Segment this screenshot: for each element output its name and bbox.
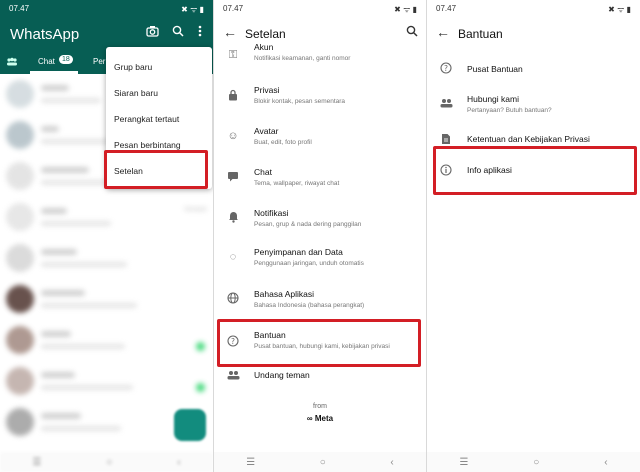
chat-row[interactable] bbox=[0, 361, 213, 402]
highlight-box-app-info bbox=[433, 146, 637, 195]
highlight-box-settings bbox=[104, 150, 208, 189]
people-icon bbox=[226, 370, 240, 383]
settings-item-label: Undang teman bbox=[254, 370, 310, 380]
status-icons: ✖ ᯤ ▮ bbox=[608, 5, 631, 14]
settings-item-label: Bahasa Aplikasi bbox=[254, 289, 315, 299]
chat-icon bbox=[226, 171, 240, 185]
whatsapp-home-panel: 07.47 ✖ ᯤ ▮ WhatsApp Chat 18 Per · bbox=[0, 0, 213, 472]
recent-apps-icon[interactable]: ☰ bbox=[32, 457, 41, 468]
more-options-icon[interactable] bbox=[198, 25, 202, 40]
settings-panel: 07.47 ✖ ᯤ ▮ ← Setelan ⚿ Akun Notifikasi … bbox=[213, 0, 426, 472]
people-icon bbox=[439, 98, 453, 111]
svg-text:?: ? bbox=[444, 64, 448, 73]
settings-item-subtitle: Buat, edit, foto profil bbox=[254, 139, 312, 146]
help-item-contact-us[interactable]: Hubungi kami Pertanyaan? Butuh bantuan? bbox=[427, 90, 640, 130]
settings-item-subtitle: Notifikasi keamanan, ganti nomor bbox=[254, 55, 351, 62]
system-nav-bar: ☰ ○ ‹ bbox=[214, 452, 426, 472]
lock-icon bbox=[226, 89, 240, 104]
back-icon[interactable]: ‹ bbox=[177, 457, 180, 468]
help-header: ← Bantuan bbox=[427, 17, 640, 50]
settings-item-label: Notifikasi bbox=[254, 208, 289, 218]
settings-item-privacy[interactable]: Privasi Blokir kontak, pesan sementara bbox=[214, 80, 426, 120]
help-item-subtitle: Pertanyaan? Butuh bantuan? bbox=[467, 107, 552, 114]
app-title: WhatsApp bbox=[10, 26, 80, 43]
status-time: 07.47 bbox=[223, 4, 244, 13]
home-icon[interactable]: ○ bbox=[533, 457, 539, 468]
app-bar: WhatsApp bbox=[0, 17, 213, 50]
help-item-label: Ketentuan dan Kebijakan Privasi bbox=[467, 134, 590, 144]
menu-item-new-broadcast[interactable]: Siaran baru bbox=[114, 88, 158, 98]
unread-count-badge: 18 bbox=[59, 55, 73, 64]
help-panel: 07.47 ✖ ᯤ ▮ ← Bantuan ? Pusat Bantuan Hu… bbox=[426, 0, 640, 472]
settings-item-invite[interactable]: Undang teman bbox=[214, 366, 426, 406]
chat-time: Kemarin bbox=[184, 207, 207, 213]
status-bar: 07.47 ✖ ᯤ ▮ bbox=[427, 0, 640, 17]
chat-row[interactable] bbox=[0, 320, 213, 361]
settings-item-label: Avatar bbox=[254, 126, 279, 136]
home-icon[interactable]: ○ bbox=[320, 457, 326, 468]
help-icon: ? bbox=[439, 62, 453, 77]
new-chat-fab[interactable] bbox=[174, 409, 206, 441]
recent-apps-icon[interactable]: ☰ bbox=[459, 457, 468, 468]
highlight-box-help bbox=[217, 319, 421, 367]
screenshot-composite: 07.47 ✖ ᯤ ▮ WhatsApp Chat 18 Per · bbox=[0, 0, 640, 472]
meta-logo: ∞ Meta bbox=[306, 414, 334, 423]
settings-item-label: Penyimpanan dan Data bbox=[254, 247, 343, 257]
avatar-icon: ☺ bbox=[227, 130, 239, 142]
back-icon[interactable]: ‹ bbox=[604, 457, 607, 468]
search-icon[interactable] bbox=[172, 25, 184, 40]
settings-item-account[interactable]: ⚿ Akun Notifikasi keamanan, ganti nomor bbox=[214, 38, 426, 78]
status-time: 07.47 bbox=[436, 4, 457, 13]
settings-item-avatar[interactable]: ☺ Avatar Buat, edit, foto profil bbox=[214, 122, 426, 162]
back-icon[interactable]: ‹ bbox=[390, 457, 393, 468]
recent-apps-icon[interactable]: ☰ bbox=[246, 457, 255, 468]
tab-updates[interactable]: Per bbox=[93, 57, 105, 66]
settings-item-notifications[interactable]: Notifikasi Pesan, grup & nada dering pan… bbox=[214, 206, 426, 246]
chat-row[interactable]: Kemarin bbox=[0, 197, 213, 238]
key-icon: ⚿ bbox=[228, 49, 238, 61]
settings-item-storage[interactable]: ◌ Penyimpanan dan Data Penggunaan jaring… bbox=[214, 246, 426, 286]
tab-chat[interactable]: Chat bbox=[38, 57, 55, 66]
status-icons: ✖ ᯤ ▮ bbox=[394, 5, 417, 14]
help-item-label: Hubungi kami bbox=[467, 94, 519, 104]
settings-item-label: Privasi bbox=[254, 85, 280, 95]
page-title: Bantuan bbox=[458, 27, 503, 41]
globe-icon bbox=[226, 292, 240, 307]
chat-row[interactable] bbox=[0, 238, 213, 279]
from-label: from bbox=[313, 403, 327, 410]
system-nav-bar: ☰ ○ ‹ bbox=[427, 452, 640, 472]
status-time: 07.47 bbox=[9, 4, 30, 13]
bell-icon bbox=[226, 211, 240, 226]
settings-item-subtitle: Pesan, grup & nada dering panggilan bbox=[254, 221, 362, 228]
camera-icon[interactable] bbox=[146, 25, 159, 40]
settings-item-label: Akun bbox=[254, 42, 274, 52]
status-icons: ✖ ᯤ ▮ bbox=[181, 5, 204, 14]
settings-item-subtitle: Penggunaan jaringan, unduh otomatis bbox=[254, 260, 364, 267]
menu-item-new-group[interactable]: Grup baru bbox=[114, 62, 152, 72]
settings-item-chat[interactable]: Chat Tema, wallpaper, riwayat chat bbox=[214, 164, 426, 204]
settings-item-subtitle: Bahasa Indonesia (bahasa perangkat) bbox=[254, 302, 365, 309]
communities-icon[interactable] bbox=[6, 57, 18, 68]
home-icon[interactable]: ○ bbox=[106, 457, 112, 468]
menu-item-linked-devices[interactable]: Perangkat tertaut bbox=[114, 114, 179, 124]
settings-item-subtitle: Tema, wallpaper, riwayat chat bbox=[254, 180, 340, 187]
system-nav-bar: ☰ ○ ‹ bbox=[0, 452, 213, 472]
settings-item-label: Chat bbox=[254, 167, 272, 177]
status-bar: 07.47 ✖ ᯤ ▮ bbox=[214, 0, 426, 17]
back-arrow-icon[interactable]: ← bbox=[436, 24, 450, 40]
help-item-label: Pusat Bantuan bbox=[467, 64, 523, 74]
status-bar: 07.47 ✖ ᯤ ▮ bbox=[0, 0, 213, 17]
menu-item-starred-messages[interactable]: Pesan berbintang bbox=[114, 140, 181, 150]
storage-circle-icon: ◌ bbox=[229, 251, 237, 263]
settings-item-subtitle: Blokir kontak, pesan sementara bbox=[254, 98, 346, 105]
chat-row[interactable] bbox=[0, 279, 213, 320]
